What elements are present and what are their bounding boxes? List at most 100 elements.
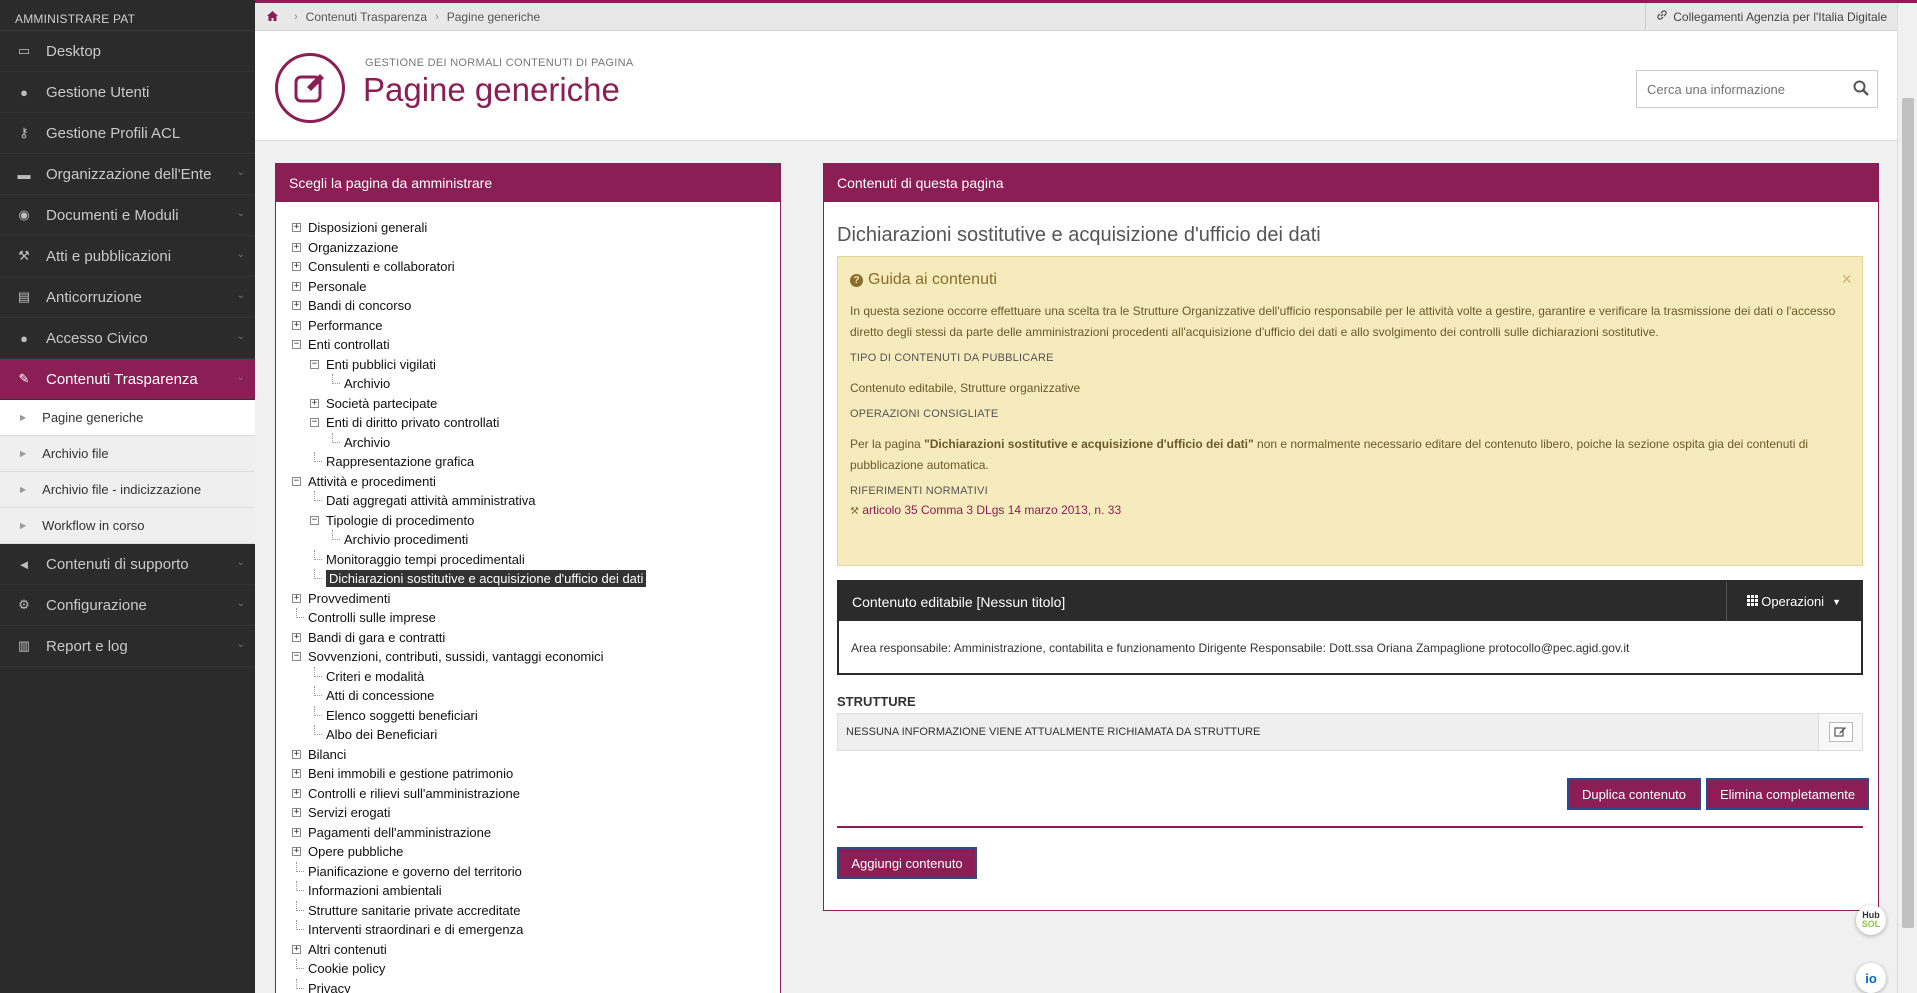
tree-node[interactable]: + Bilanci xyxy=(292,745,780,765)
tree-node-label[interactable]: Rappresentazione grafica xyxy=(326,454,474,469)
sidebar-item-2[interactable]: ⚷ Gestione Profili ACL xyxy=(0,113,255,154)
tree-node-label[interactable]: Criteri e modalità xyxy=(326,669,424,684)
tree-node[interactable]: Interventi straordinari e di emergenza xyxy=(292,920,780,940)
sidebar-subitem-2[interactable]: ▶ Archivio file - indicizzazione xyxy=(0,472,255,508)
tree-node[interactable]: + Pagamenti dell'amministrazione xyxy=(292,823,780,843)
guide-reference-link[interactable]: articolo 35 Comma 3 DLgs 14 marzo 2013, … xyxy=(862,503,1121,517)
tree-node-label[interactable]: Enti controllati xyxy=(308,337,390,352)
tree-node[interactable]: Elenco soggetti beneficiari xyxy=(292,705,780,726)
tree-node[interactable]: + Società partecipate xyxy=(292,394,780,414)
breadcrumb-item-contenuti[interactable]: Contenuti Trasparenza xyxy=(306,10,427,24)
tree-node[interactable]: + Disposizioni generali xyxy=(292,218,780,238)
tree-node[interactable]: Albo dei Beneficiari xyxy=(292,725,780,745)
tree-node[interactable]: Archivio xyxy=(292,374,780,394)
tree-node[interactable]: Rappresentazione grafica xyxy=(292,452,780,472)
expand-icon[interactable]: + xyxy=(292,281,301,291)
tree-node[interactable]: Criteri e modalità xyxy=(292,666,780,687)
tree-node-label[interactable]: Elenco soggetti beneficiari xyxy=(326,708,478,723)
tree-node-label[interactable]: Sovvenzioni, contributi, sussidi, vantag… xyxy=(308,649,604,664)
tree-node[interactable]: + Personale xyxy=(292,277,780,297)
tree-node[interactable]: − Enti pubblici vigilati xyxy=(292,355,780,375)
expand-icon[interactable]: + xyxy=(292,749,301,759)
tree-node[interactable]: − Tipologie di procedimento xyxy=(292,511,780,531)
tree-node-label[interactable]: Enti di diritto privato controllati xyxy=(326,415,499,430)
tree-node-label[interactable]: Pagamenti dell'amministrazione xyxy=(308,825,491,840)
tree-node[interactable]: + Opere pubbliche xyxy=(292,842,780,862)
tree-node[interactable]: + Altri contenuti xyxy=(292,940,780,960)
tree-node-label[interactable]: Personale xyxy=(308,279,367,294)
io-widget[interactable]: io xyxy=(1856,963,1886,993)
tree-node[interactable]: Atti di concessione xyxy=(292,686,780,706)
aggiungi-contenuto-button[interactable]: Aggiungi contenuto xyxy=(837,847,977,879)
tree-node-label[interactable]: Organizzazione xyxy=(308,240,398,255)
tree-node[interactable]: Dati aggregati attività amministrativa xyxy=(292,491,780,511)
collapse-icon[interactable]: − xyxy=(292,652,301,661)
tree-node[interactable]: Archivio procedimenti xyxy=(292,530,780,550)
expand-icon[interactable]: + xyxy=(292,593,301,603)
sidebar-item-1[interactable]: ● Gestione Utenti xyxy=(0,72,255,113)
tree-node-label[interactable]: Enti pubblici vigilati xyxy=(326,357,436,372)
collapse-icon[interactable]: − xyxy=(310,418,319,427)
hubsol-widget[interactable]: Hub SOL xyxy=(1856,905,1886,935)
tree-node-label[interactable]: Controlli e rilievi sull'amministrazione xyxy=(308,786,520,801)
collapse-icon[interactable]: − xyxy=(310,515,319,525)
agid-link[interactable]: Collegamenti Agenzia per l'Italia Digita… xyxy=(1645,3,1897,30)
tree-node-label[interactable]: Società partecipate xyxy=(326,396,437,411)
tree-node-label[interactable]: Dati aggregati attività amministrativa xyxy=(326,493,536,508)
sidebar-item-3[interactable]: ▬ Organizzazione dell'Ente ⌄ xyxy=(0,154,255,195)
tree-node-label[interactable]: Archivio procedimenti xyxy=(344,532,468,547)
tree-node-label[interactable]: Bandi di concorso xyxy=(308,298,411,313)
sidebar-item-6[interactable]: ▤ Anticorruzione ⌄ xyxy=(0,277,255,318)
sidebar-item-0[interactable]: ▭ Desktop xyxy=(0,31,255,72)
tree-node-label[interactable]: Informazioni ambientali xyxy=(308,883,442,898)
tree-node[interactable]: + Performance xyxy=(292,316,780,336)
expand-icon[interactable]: + xyxy=(292,301,301,310)
tree-node[interactable]: + Bandi di concorso xyxy=(292,296,780,316)
close-icon[interactable]: × xyxy=(1841,269,1852,290)
tree-node-label[interactable]: Controlli sulle imprese xyxy=(308,610,436,625)
tree-node[interactable]: − Attività e procedimenti xyxy=(292,472,780,492)
search-input[interactable] xyxy=(1647,81,1837,97)
sidebar-item-7[interactable]: ● Accesso Civico ⌄ xyxy=(0,318,255,359)
tree-node[interactable]: Controlli sulle imprese xyxy=(292,608,780,628)
sidebar-item2-1[interactable]: ⚙ Configurazione ⌄ xyxy=(0,585,255,626)
tree-node-label[interactable]: Disposizioni generali xyxy=(308,220,427,235)
tree-node[interactable]: − Enti di diritto privato controllati xyxy=(292,413,780,433)
tree-node-label[interactable]: Beni immobili e gestione patrimonio xyxy=(308,766,513,781)
tree-node-label[interactable]: Provvedimenti xyxy=(308,591,390,606)
tree-node[interactable]: − Sovvenzioni, contributi, sussidi, vanta… xyxy=(292,647,780,667)
tree-node[interactable]: Monitoraggio tempi procedimentali xyxy=(292,549,780,570)
strutture-edit-button[interactable] xyxy=(1818,714,1862,750)
tree-node-label[interactable]: Dichiarazioni sostitutive e acquisizione… xyxy=(326,570,647,588)
tree-node-label[interactable]: Monitoraggio tempi procedimentali xyxy=(326,552,525,567)
tree-node[interactable]: Strutture sanitarie private accreditate xyxy=(292,900,780,921)
tree-node-label[interactable]: Strutture sanitarie private accreditate xyxy=(308,903,520,918)
home-icon[interactable] xyxy=(267,10,278,24)
tree-node-label[interactable]: Bilanci xyxy=(308,747,346,762)
tree-node[interactable]: + Beni immobili e gestione patrimonio xyxy=(292,764,780,784)
expand-icon[interactable]: + xyxy=(292,847,301,856)
tree-node-label[interactable]: Interventi straordinari e di emergenza xyxy=(308,922,523,937)
tree-node[interactable]: + Bandi di gara e contratti xyxy=(292,628,780,648)
breadcrumb-item-pagine[interactable]: Pagine generiche xyxy=(447,10,540,24)
tree-node-label[interactable]: Consulenti e collaboratori xyxy=(308,259,455,274)
search-icon[interactable] xyxy=(1853,80,1869,101)
expand-icon[interactable]: + xyxy=(292,262,301,271)
tree-node[interactable]: + Controlli e rilievi sull'amministrazion… xyxy=(292,784,780,804)
tree-node[interactable]: + Consulenti e collaboratori xyxy=(292,257,780,277)
duplica-contenuto-button[interactable]: Duplica contenuto xyxy=(1567,778,1701,810)
expand-icon[interactable]: + xyxy=(292,223,301,232)
scrollbar-thumb[interactable] xyxy=(1902,98,1914,928)
sidebar-subitem-0[interactable]: ▶ Pagine generiche xyxy=(0,400,255,436)
tree-node-label[interactable]: Cookie policy xyxy=(308,961,385,976)
sidebar-item2-2[interactable]: ▥ Report e log ⌄ xyxy=(0,626,255,667)
tree-node[interactable]: Dichiarazioni sostitutive e acquisizione… xyxy=(292,569,780,589)
tree-node-label[interactable]: Albo dei Beneficiari xyxy=(326,727,437,742)
tree-node-label[interactable]: Archivio xyxy=(344,376,390,391)
tree-node[interactable]: Privacy xyxy=(292,978,780,993)
expand-icon[interactable]: + xyxy=(292,632,301,642)
sidebar-item-4[interactable]: ◉ Documenti e Moduli ⌄ xyxy=(0,195,255,236)
collapse-icon[interactable]: − xyxy=(292,476,301,486)
expand-icon[interactable]: + xyxy=(292,242,301,252)
tree-node-label[interactable]: Pianificazione e governo del territorio xyxy=(308,864,522,879)
